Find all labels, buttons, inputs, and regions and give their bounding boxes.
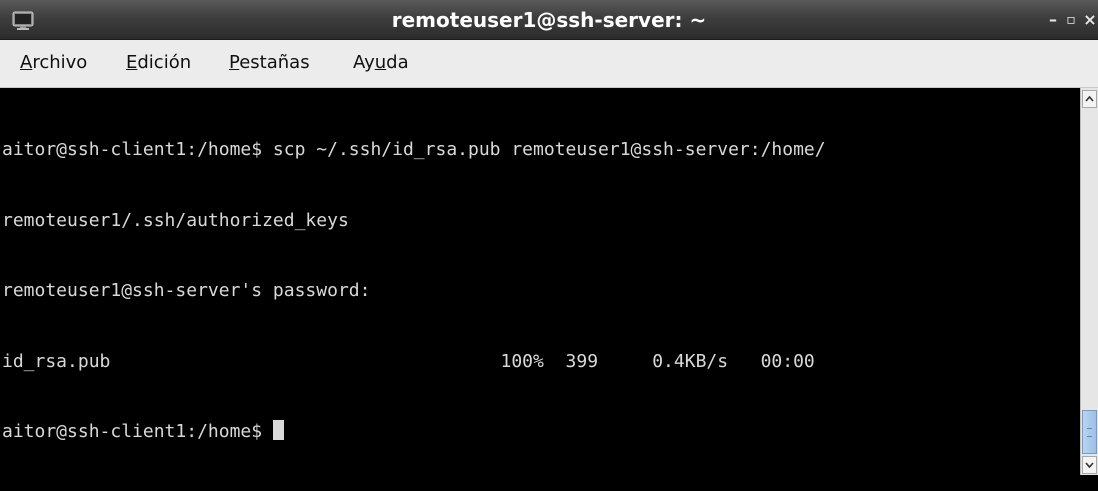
terminal-output[interactable]: aitor@ssh-client1:/home$ scp ~/.ssh/id_r… — [0, 88, 1080, 475]
terminal-line: aitor@ssh-client1:/home$ scp ~/.ssh/id_r… — [2, 139, 826, 160]
terminal-line: remoteuser1@ssh-server's password: — [2, 280, 371, 301]
maximize-button[interactable]: ▫ — [1062, 0, 1080, 40]
title-bar[interactable]: remoteuser1@ssh-server: ~ – ▫ × — [0, 0, 1098, 40]
scroll-up-button[interactable] — [1082, 90, 1097, 108]
minimize-button[interactable]: – — [1044, 0, 1062, 40]
menu-ayuda-label: da — [386, 52, 409, 73]
menu-edicion-mnemonic: E — [126, 52, 138, 73]
menu-archivo-mnemonic: A — [20, 52, 33, 73]
scrollbar-thumb[interactable] — [1082, 410, 1097, 454]
menu-archivo[interactable]: Archivo — [20, 40, 87, 87]
terminal-cursor — [272, 420, 284, 440]
menu-pestanas[interactable]: Pestañas — [229, 40, 310, 87]
chevron-down-icon — [1085, 462, 1094, 469]
menu-archivo-label: rchivo — [32, 52, 88, 73]
terminal-line: remoteuser1/.ssh/authorized_keys — [2, 209, 349, 231]
menu-pestanas-label: estañas — [239, 52, 310, 73]
menu-bar: Archivo Edición Pestañas Ayuda — [0, 40, 1098, 88]
terminal-line: id_rsa.pub 100% 399 0.4KB/s 00:00 — [2, 350, 815, 372]
menu-ayuda-mnemonic: u — [374, 52, 387, 73]
window-title: remoteuser1@ssh-server: ~ — [391, 8, 707, 32]
terminal-prompt: aitor@ssh-client1:/home$ — [2, 421, 273, 442]
vertical-scrollbar[interactable] — [1080, 88, 1098, 475]
scroll-down-button[interactable] — [1082, 456, 1097, 474]
close-button[interactable]: × — [1081, 0, 1098, 40]
chevron-up-icon — [1085, 95, 1094, 102]
menu-ayuda-prefix: Ay — [353, 52, 375, 73]
menu-edicion[interactable]: Edición — [126, 40, 191, 87]
menu-edicion-label: dición — [137, 52, 192, 73]
terminal-window: remoteuser1@ssh-server: ~ – ▫ × Archivo … — [0, 0, 1098, 475]
menu-ayuda[interactable]: Ayuda — [353, 40, 409, 87]
menu-pestanas-mnemonic: P — [229, 52, 240, 73]
terminal-prompt-line: aitor@ssh-client1:/home$ — [2, 420, 1080, 444]
grip-icon — [1087, 428, 1092, 437]
